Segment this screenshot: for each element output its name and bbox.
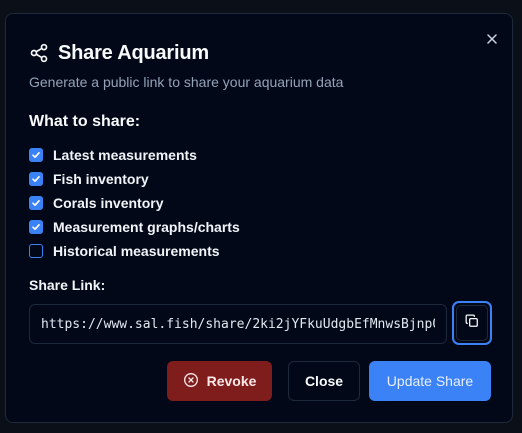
checkbox-measurement-graphs[interactable] [29, 220, 43, 234]
dialog-subtitle: Generate a public link to share your aqu… [29, 74, 344, 90]
option-label: Corals inventory [53, 195, 164, 211]
revoke-button[interactable]: Revoke [167, 361, 272, 401]
copy-button-face [456, 305, 488, 341]
option-latest-measurements[interactable]: Latest measurements [29, 143, 240, 167]
option-corals-inventory[interactable]: Corals inventory [29, 191, 240, 215]
share-icon [29, 43, 49, 63]
share-dialog: Share Aquarium Generate a public link to… [5, 13, 513, 423]
checkbox-fish-inventory[interactable] [29, 172, 43, 186]
share-link-input[interactable] [29, 304, 447, 344]
option-label: Measurement graphs/charts [53, 219, 240, 235]
close-icon[interactable] [484, 31, 500, 47]
update-share-button[interactable]: Update Share [369, 361, 491, 401]
option-fish-inventory[interactable]: Fish inventory [29, 167, 240, 191]
revoke-label: Revoke [206, 373, 257, 389]
checkbox-corals-inventory[interactable] [29, 196, 43, 210]
option-label: Historical measurements [53, 243, 220, 259]
option-measurement-graphs[interactable]: Measurement graphs/charts [29, 215, 240, 239]
share-link-label: Share Link: [29, 277, 106, 293]
share-options-list: Latest measurements Fish inventory Coral… [29, 143, 240, 263]
copy-icon [465, 314, 479, 333]
close-button[interactable]: Close [288, 361, 360, 401]
checkbox-latest-measurements[interactable] [29, 148, 43, 162]
option-historical-measurements[interactable]: Historical measurements [29, 239, 240, 263]
share-options-heading: What to share: [29, 113, 141, 130]
dialog-header: Share Aquarium [29, 40, 209, 66]
x-circle-icon [183, 372, 207, 391]
option-label: Latest measurements [53, 147, 197, 163]
copy-link-button[interactable] [452, 301, 492, 345]
option-label: Fish inventory [53, 171, 149, 187]
dialog-title: Share Aquarium [58, 41, 209, 64]
checkbox-historical-measurements[interactable] [29, 244, 43, 258]
